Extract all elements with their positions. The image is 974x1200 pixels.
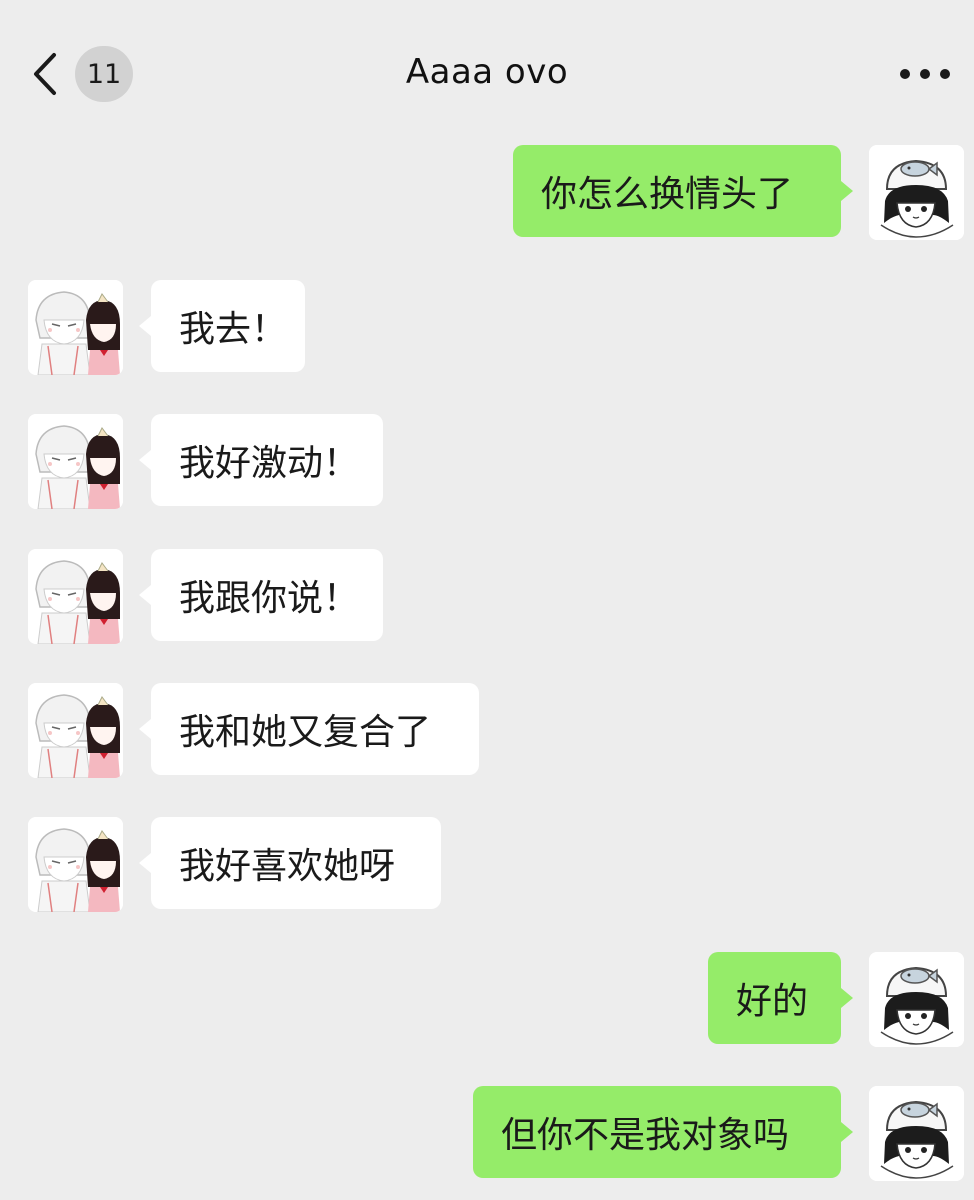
outgoing-message-bubble[interactable]: 你怎么换情头了 xyxy=(513,145,853,237)
incoming-message-bubble[interactable]: 我和她又复合了 xyxy=(139,683,479,775)
more-dot-icon xyxy=(920,69,930,79)
contact-avatar[interactable] xyxy=(28,817,123,912)
self-avatar[interactable] xyxy=(869,1086,964,1181)
incoming-message-bubble[interactable]: 我去！ xyxy=(139,280,305,372)
more-button[interactable] xyxy=(900,62,950,86)
contact-avatar[interactable] xyxy=(28,280,123,375)
contact-avatar[interactable] xyxy=(28,683,123,778)
incoming-message-bubble[interactable]: 我好喜欢她呀 xyxy=(139,817,441,909)
more-dot-icon xyxy=(940,69,950,79)
contact-avatar[interactable] xyxy=(28,414,123,509)
outgoing-message-bubble[interactable]: 但你不是我对象吗 xyxy=(473,1086,853,1178)
outgoing-message-bubble[interactable]: 好的 xyxy=(708,952,853,1044)
self-avatar[interactable] xyxy=(869,145,964,240)
more-dot-icon xyxy=(900,69,910,79)
contact-avatar[interactable] xyxy=(28,549,123,644)
self-avatar[interactable] xyxy=(869,952,964,1047)
chat-header: 11 Aaaa ovo xyxy=(0,0,974,130)
chat-title[interactable]: Aaaa ovo xyxy=(0,52,974,92)
incoming-message-bubble[interactable]: 我好激动！ xyxy=(139,414,383,506)
incoming-message-bubble[interactable]: 我跟你说！ xyxy=(139,549,383,641)
